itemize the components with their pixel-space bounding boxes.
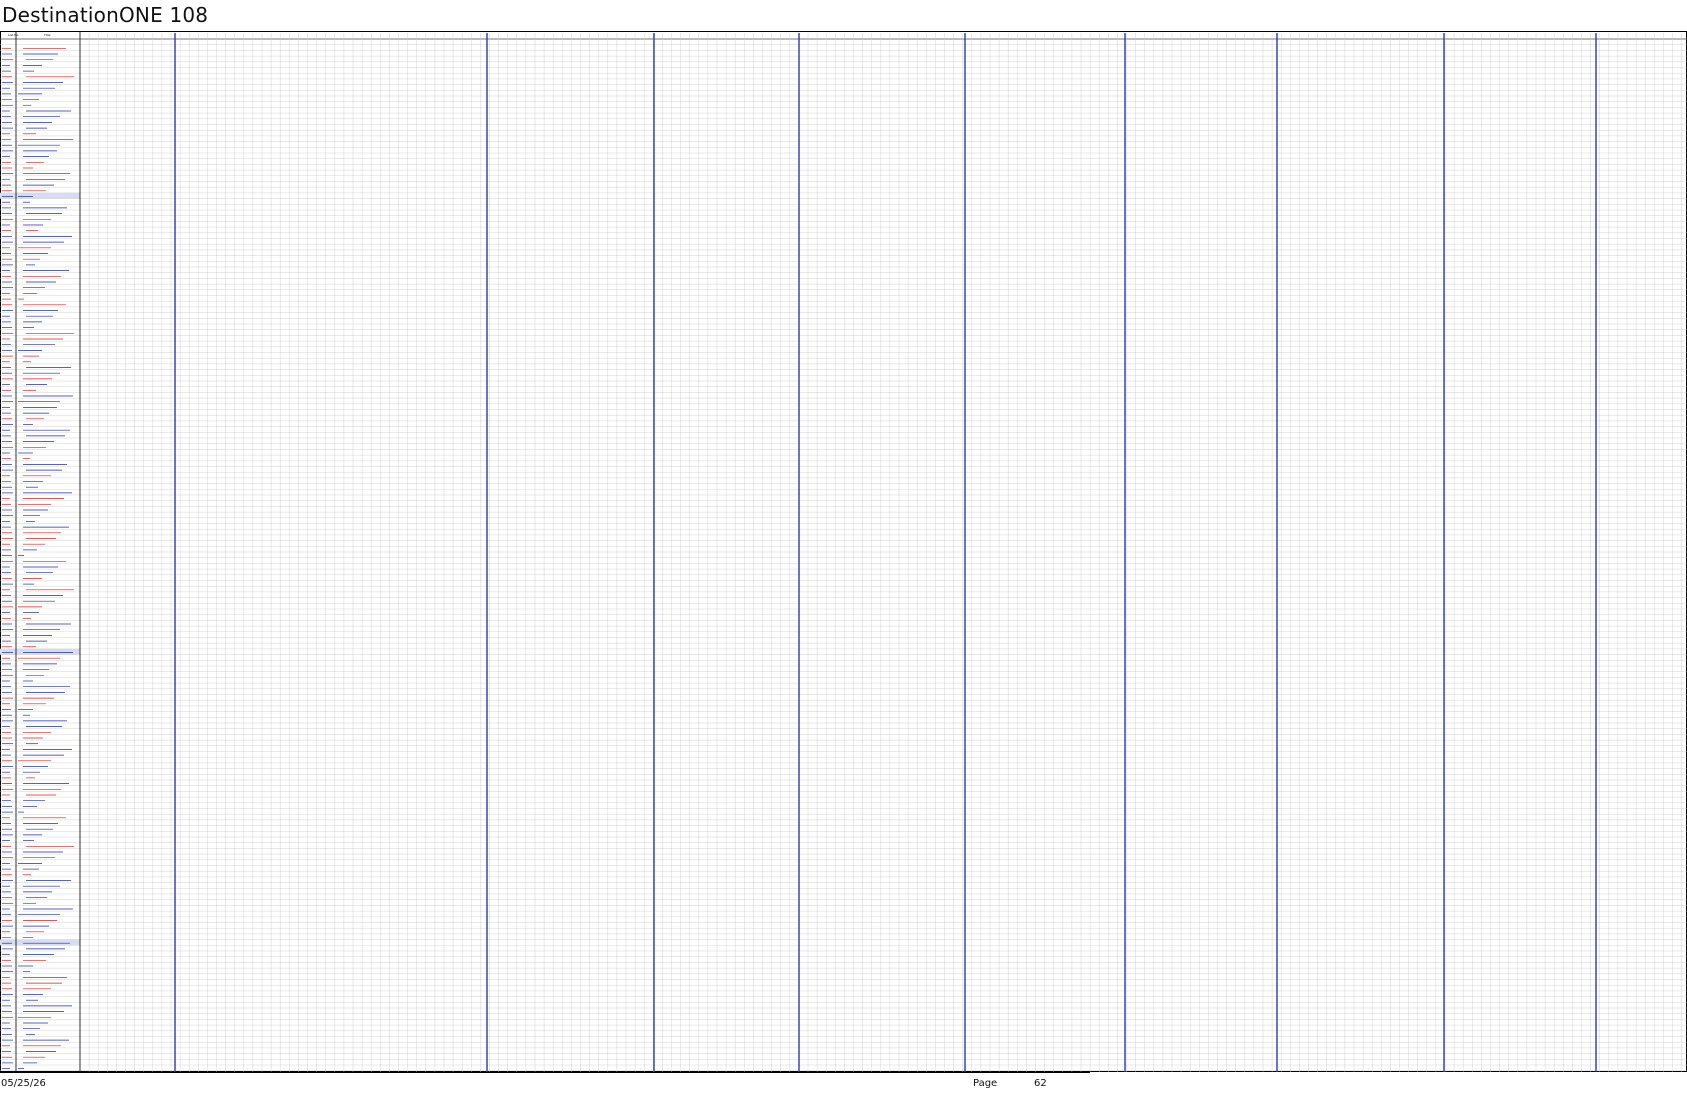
footer-date: 05/25/26	[1, 1078, 46, 1089]
grid-header: List No. Title	[8, 33, 51, 37]
footer-page-number: 62	[1034, 1078, 1047, 1089]
row-labels	[2, 47, 74, 1069]
header-title: Title	[43, 33, 51, 37]
footer-page-label: Page	[973, 1078, 998, 1089]
grid-canvas: List No. Title	[0, 31, 1687, 1072]
document-title: DestinationONE 108	[2, 3, 209, 27]
schedule-grid: List No. Title	[0, 31, 1687, 1072]
footer-rule	[0, 1072, 1090, 1073]
header-list-no: List No.	[8, 33, 19, 37]
group-row-highlight	[0, 939, 80, 946]
grid-frame	[0, 31, 1687, 1072]
group-row-highlight	[0, 648, 80, 655]
group-row-highlight	[0, 192, 80, 199]
